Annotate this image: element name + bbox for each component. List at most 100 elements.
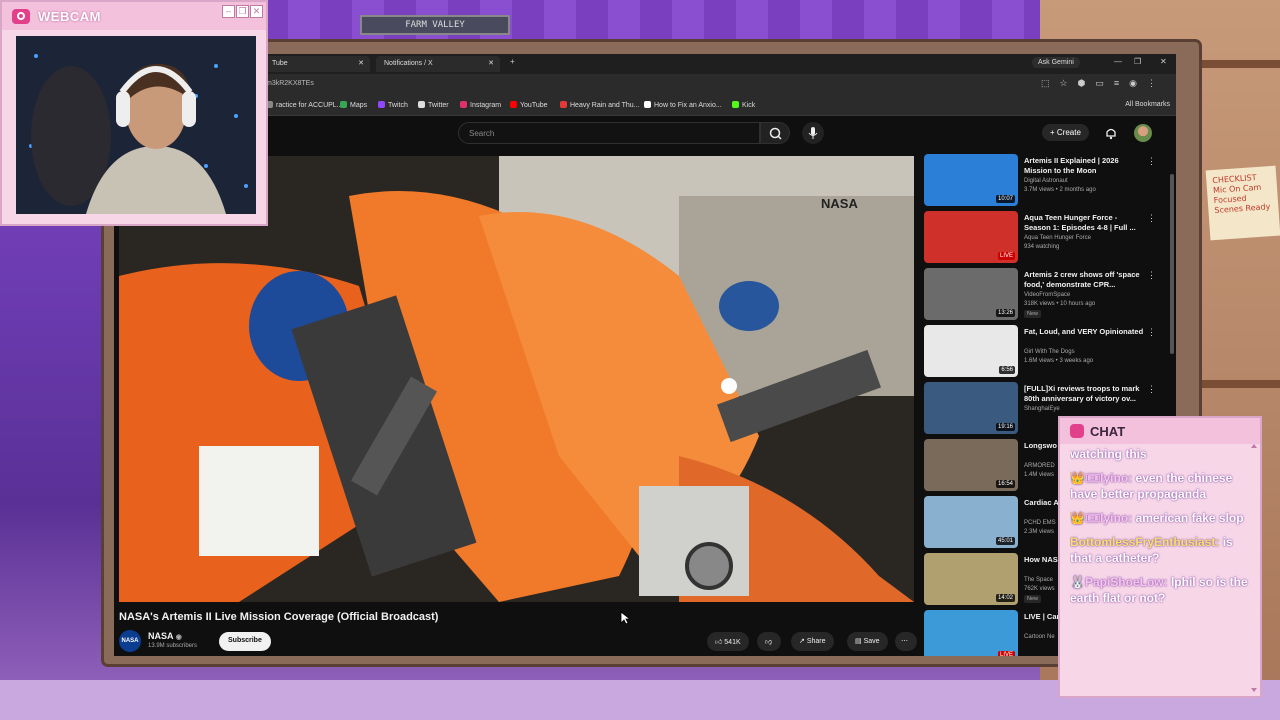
bookmark-item[interactable]: YouTube — [510, 101, 548, 109]
video-thumbnail[interactable]: 13:26 — [924, 268, 1018, 320]
url-text[interactable]: m3kR2KX8TEs — [266, 80, 314, 87]
recommendation-channel[interactable]: Digital Astronaut — [1024, 178, 1068, 184]
maximize-icon[interactable]: ❐ — [236, 5, 249, 18]
youtube-header: Search + Create — [114, 116, 1176, 150]
recommendation-meta: 2.3M views — [1024, 529, 1055, 535]
more-icon[interactable]: ⋮ — [1147, 156, 1156, 167]
webcam-header: WEBCAM – ❐ ✕ — [2, 2, 266, 30]
video-thumbnail[interactable]: 14:02 — [924, 553, 1018, 605]
new-tab-icon[interactable]: + — [510, 57, 515, 66]
close-window-icon[interactable]: ✕ — [1160, 57, 1167, 66]
bookmark-item[interactable]: Twitter — [418, 101, 449, 109]
tab-youtube[interactable]: Tube ✕ — [264, 56, 370, 72]
close-icon[interactable]: ✕ — [250, 5, 263, 18]
chat-username[interactable]: BottomlessFryEnthusiast: — [1070, 535, 1219, 549]
recommendation-channel[interactable]: ShanghaiEye — [1024, 406, 1060, 412]
recommendation-title[interactable]: Aqua Teen Hunger Force - Season 1: Episo… — [1024, 213, 1144, 233]
chat-message: 👑🎟lyino: american fake slop — [1070, 510, 1250, 526]
save-button[interactable]: ▤ Save — [847, 632, 888, 651]
tab-label: Notifications / X — [384, 60, 433, 67]
search-button[interactable] — [760, 122, 790, 144]
recommendation-channel[interactable]: Cartoon Ne — [1024, 634, 1055, 640]
recommendation-title[interactable]: Artemis II Explained | 2026 Mission to t… — [1024, 156, 1144, 176]
instagram-icon — [460, 101, 467, 108]
recommendation-title[interactable]: Artemis 2 crew shows off 'space food,' d… — [1024, 270, 1144, 290]
nasa-watermark: NASA — [821, 196, 858, 211]
like-count: 541K — [724, 639, 741, 646]
bookmark-item[interactable]: Heavy Rain and Thu... — [560, 101, 640, 109]
more-icon[interactable]: ⋮ — [1147, 327, 1156, 338]
toolbar-icons[interactable]: ⬚☆⬢▭≡◉⋮ — [1041, 78, 1166, 89]
chat-username[interactable]: 👑🎟lyino: — [1070, 511, 1132, 525]
chat-username[interactable]: 🐰PapiShoeLow: — [1070, 575, 1168, 589]
ask-gemini-button[interactable]: Ask Gemini — [1032, 57, 1080, 68]
bookmark-item[interactable]: Maps — [340, 101, 367, 109]
tab-notifications[interactable]: Notifications / X ✕ — [376, 56, 500, 72]
checklist-note: CHECKLIST Mic On Cam Focused Scenes Read… — [1205, 165, 1280, 241]
close-tab-icon[interactable]: ✕ — [488, 59, 494, 67]
recommendation-item[interactable]: 6:56 Fat, Loud, and VERY Opinionated Girl … — [924, 325, 1174, 379]
share-button[interactable]: ↗ Share — [791, 632, 834, 651]
more-icon[interactable]: ⋮ — [1147, 213, 1156, 224]
more-icon[interactable]: ⋮ — [1147, 384, 1156, 395]
channel-row: NASA NASA ◉ 13.9M subscribers Subscribe … — [119, 630, 917, 654]
all-bookmarks-button[interactable]: All Bookmarks — [1125, 101, 1170, 108]
room-sign: FARM VALLEY — [360, 15, 510, 35]
recommendation-title[interactable]: [FULL]Xi reviews troops to mark 80th ann… — [1024, 384, 1144, 404]
bookmark-item[interactable]: How to Fix an Anxio... — [644, 101, 722, 109]
bookmark-item[interactable]: Twitch — [378, 101, 408, 109]
bookmark-item[interactable]: Kick — [732, 101, 755, 109]
video-thumbnail[interactable]: 10:07 — [924, 154, 1018, 206]
recommendation-channel[interactable]: ARMORED — [1024, 463, 1055, 469]
minimize-icon[interactable]: – — [222, 5, 235, 18]
close-tab-icon[interactable]: ✕ — [358, 59, 364, 67]
video-thumbnail[interactable]: LIVE — [924, 211, 1018, 263]
video-thumbnail[interactable]: 45:01 — [924, 496, 1018, 548]
recommendation-title[interactable]: Fat, Loud, and VERY Opinionated — [1024, 327, 1144, 337]
recommendation-channel[interactable]: Aqua Teen Hunger Force — [1024, 235, 1091, 241]
recommendation-channel[interactable]: PCHD EMS — [1024, 520, 1056, 526]
voice-search-button[interactable] — [802, 122, 824, 144]
like-button[interactable]: 👍︎ 541K — [707, 632, 749, 651]
recommendation-meta: 318K views • 10 hours ago — [1024, 301, 1096, 307]
recommendation-channel[interactable]: The Space — [1024, 577, 1053, 583]
video-thumbnail[interactable]: 16:54 — [924, 439, 1018, 491]
bookmark-item[interactable]: ractice for ACCUPL... — [266, 101, 343, 109]
restore-icon[interactable]: ❐ — [1134, 57, 1141, 66]
video-thumbnail[interactable]: 6:56 — [924, 325, 1018, 377]
chat-icon — [1070, 424, 1084, 438]
youtube-icon — [510, 101, 517, 108]
recommendation-meta: 1.6M views • 3 weeks ago — [1024, 358, 1094, 364]
dislike-button[interactable]: 👎︎ — [757, 632, 781, 651]
channel-name[interactable]: NASA ◉ — [148, 631, 182, 641]
duration-badge: 19:16 — [995, 423, 1015, 431]
recommendation-channel[interactable]: Girl With The Dogs — [1024, 349, 1075, 355]
create-button[interactable]: + Create — [1042, 124, 1089, 141]
address-bar[interactable]: m3kR2KX8TEs ⬚☆⬢▭≡◉⋮ — [114, 74, 1176, 94]
duration-badge: 10:07 — [995, 195, 1015, 203]
bookmark-label: ractice for ACCUPL... — [276, 102, 343, 109]
sidebar-scrollbar[interactable] — [1170, 174, 1174, 354]
more-actions-button[interactable]: ⋯ — [895, 632, 917, 651]
video-thumbnail[interactable]: 19:16 — [924, 382, 1018, 434]
chat-scrollbar[interactable] — [1250, 442, 1258, 694]
x-icon — [418, 101, 425, 108]
share-icon: ↗ — [799, 638, 805, 645]
chat-username[interactable]: 👑🎟lyino: — [1070, 471, 1132, 485]
duration-badge: 16:54 — [995, 480, 1015, 488]
recommendation-item[interactable]: LIVE Aqua Teen Hunger Force - Season 1: E… — [924, 211, 1174, 265]
minimize-icon[interactable]: — — [1114, 57, 1122, 66]
recommendation-item[interactable]: 13:26 Artemis 2 crew shows off 'space foo… — [924, 268, 1174, 322]
more-icon[interactable]: ⋮ — [1147, 270, 1156, 281]
channel-avatar[interactable]: NASA — [119, 630, 141, 652]
save-label: Save — [863, 638, 880, 645]
bell-icon[interactable] — [1104, 126, 1118, 140]
recommendation-item[interactable]: 10:07 Artemis II Explained | 2026 Mission… — [924, 154, 1174, 208]
twitch-icon — [378, 101, 385, 108]
bookmark-item[interactable]: Instagram — [460, 101, 501, 109]
search-input[interactable]: Search — [458, 122, 760, 144]
recommendation-channel[interactable]: VideoFromSpace — [1024, 292, 1070, 298]
account-avatar[interactable] — [1134, 124, 1152, 142]
subscribe-button[interactable]: Subscribe — [219, 632, 271, 651]
video-thumbnail[interactable]: LIVE — [924, 610, 1018, 656]
